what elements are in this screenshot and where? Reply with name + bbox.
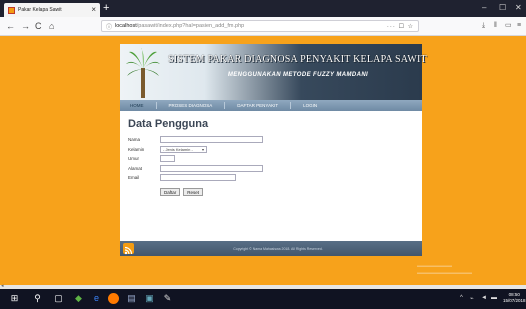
site-header: SISTEM PAKAR DIAGNOSA PENYAKIT KELAPA SA… — [120, 44, 427, 100]
maximize-button[interactable]: ☐ — [499, 3, 506, 12]
browser-nav-bar: ← → C ⌂ ⓘ localhost /pasawit/index.php?h… — [0, 17, 526, 36]
url-host: localhost — [115, 23, 137, 29]
network-icon[interactable]: ⌁ — [470, 295, 474, 302]
back-button[interactable]: ← — [6, 20, 15, 32]
kelamin-label: Kelamin — [128, 146, 145, 152]
volume-icon[interactable]: ◄ — [481, 295, 487, 301]
activate-windows-watermark: ▬▬▬▬▬▬▬ ▬▬▬▬▬▬▬▬▬▬▬ — [417, 263, 472, 276]
search-icon[interactable]: ⚲ — [32, 293, 43, 304]
page-viewport: SISTEM PAKAR DIAGNOSA PENYAKIT KELAPA SA… — [0, 36, 526, 285]
email-label: Email — [128, 175, 140, 180]
alamat-input[interactable] — [160, 164, 263, 172]
umur-input[interactable] — [160, 155, 175, 162]
menu-daftar-penyakit[interactable]: DAFTAR PENYAKIT — [237, 103, 278, 108]
tab-title: Pakar Kelapa Sawit — [18, 7, 62, 13]
address-bar[interactable]: ⓘ localhost /pasawit/index.php?hal=pasie… — [101, 20, 419, 32]
form-row-email: Email — [128, 173, 418, 182]
kelamin-selected-value: - Jenis Kelamin - — [163, 146, 193, 152]
page-actions[interactable]: ··· ☐ ☆ — [387, 23, 414, 30]
firefox-icon[interactable] — [108, 293, 119, 304]
task-view-icon[interactable]: ▢ — [53, 293, 64, 304]
alamat-label: Alamat — [128, 165, 143, 171]
store-icon[interactable]: ▣ — [144, 293, 155, 304]
email-input[interactable] — [160, 174, 236, 181]
app-icon[interactable]: ◆ — [73, 293, 84, 304]
system-clock[interactable]: 08:50 15/07/2018 — [503, 292, 526, 304]
copyright-text: Copyright © Nama Mahasiswa 2018. All Rig… — [233, 246, 323, 251]
favicon-icon — [8, 6, 15, 14]
form-buttons: Daftar Reset — [160, 188, 418, 196]
menu-divider — [290, 102, 292, 109]
file-explorer-icon[interactable]: ▤ — [126, 293, 137, 304]
close-window-button[interactable]: ✕ — [515, 3, 522, 12]
chevron-down-icon: ▾ — [201, 146, 204, 152]
nama-label: Nama — [128, 137, 141, 142]
form-row-umur: Umur — [128, 154, 418, 163]
clock-date: 15/07/2018 — [503, 298, 526, 303]
form-row-alamat: Alamat — [128, 164, 418, 173]
menu-proses-diagnosa[interactable]: PROSES DIAGNOSA — [169, 103, 213, 108]
new-tab-button[interactable]: + — [103, 2, 109, 14]
windows-start-icon[interactable]: ⊞ — [9, 293, 20, 304]
menu-divider — [155, 102, 157, 109]
nama-input[interactable] — [160, 136, 263, 143]
library-icon[interactable]: ‖ — [494, 21, 497, 31]
main-menu: HOME PROSES DIAGNOSA DAFTAR PENYAKIT LOG… — [120, 100, 422, 111]
url-path: /pasawit/index.php?hal=pasien_add_fm.php — [136, 23, 245, 29]
windows-taskbar: ⊞ ⚲ ▢ ◆ e ▤ ▣ ✎ ^ ⌁ ◄ ▬ 08:50 15/07/2018 — [0, 289, 526, 309]
menu-login[interactable]: LOGIN — [303, 103, 317, 108]
reload-button[interactable]: C — [35, 20, 42, 32]
notification-icon[interactable]: ▬ — [491, 295, 497, 301]
site-footer: Copyright © Nama Mahasiswa 2018. All Rig… — [120, 241, 422, 256]
daftar-button[interactable]: Daftar — [160, 188, 181, 196]
sidebar-icon[interactable]: ▭ — [505, 21, 512, 31]
app-icon[interactable]: ✎ — [162, 293, 173, 304]
form-row-nama: Nama — [128, 135, 418, 144]
browser-tab-bar: Pakar Kelapa Sawit × + – ☐ ✕ — [0, 0, 526, 17]
edge-icon[interactable]: e — [91, 293, 102, 304]
kelamin-select[interactable]: - Jenis Kelamin - ▾ — [160, 145, 207, 153]
form-title: Data Pengguna — [128, 118, 209, 130]
form-section: Data Pengguna Nama Kelamin - Jenis Kelam… — [128, 118, 418, 196]
form-row-kelamin: Kelamin - Jenis Kelamin - ▾ — [128, 145, 418, 154]
browser-tab[interactable]: Pakar Kelapa Sawit × — [4, 3, 100, 17]
menu-home[interactable]: HOME — [130, 103, 144, 108]
tray-arrow-icon[interactable]: ^ — [460, 295, 463, 301]
rss-icon[interactable] — [123, 243, 134, 255]
reset-button[interactable]: Reset — [183, 188, 204, 196]
site-container: SISTEM PAKAR DIAGNOSA PENYAKIT KELAPA SA… — [120, 44, 427, 256]
minimize-button[interactable]: – — [482, 3, 486, 12]
site-title: SISTEM PAKAR DIAGNOSA PENYAKIT KELAPA SA… — [168, 54, 427, 65]
palm-tree-icon — [126, 48, 160, 98]
menu-divider — [224, 102, 226, 109]
home-button[interactable]: ⌂ — [49, 20, 54, 32]
site-subtitle: MENGGUNAKAN METODE FUZZY MAMDANI — [227, 72, 369, 78]
umur-label: Umur — [128, 156, 139, 161]
tab-close-button[interactable]: × — [91, 6, 96, 14]
menu-icon[interactable]: ≡ — [517, 21, 521, 31]
forward-button[interactable]: → — [21, 20, 30, 32]
download-icon[interactable]: ⤓ — [482, 21, 485, 31]
info-icon: ⓘ — [106, 24, 113, 31]
